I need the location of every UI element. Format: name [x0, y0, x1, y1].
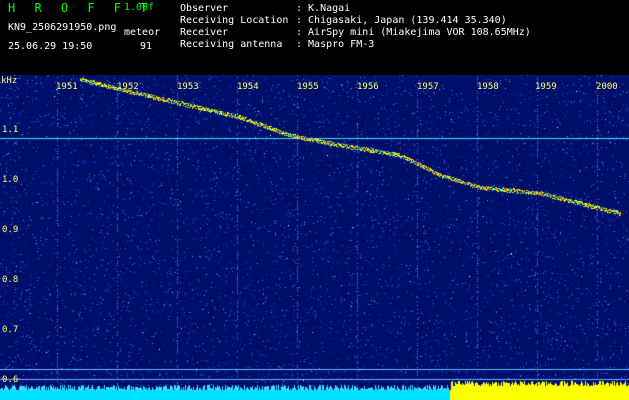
y-tick-label: 0.6	[2, 375, 19, 385]
app-version: 1.00f	[124, 2, 155, 13]
header-panel: H R O F F T 1.00f KN9_2506291950.png 25.…	[0, 0, 629, 75]
x-tick-label: 1951	[56, 82, 78, 92]
x-tick-label: 1959	[535, 82, 557, 92]
meteor-label: meteor	[124, 27, 161, 38]
file-name: KN9_2506291950.png	[8, 22, 117, 33]
x-tick-label: 1954	[237, 82, 259, 92]
receiver-value: : AirSpy mini (Miakejima VOR 108.65MHz)	[296, 27, 531, 38]
receiver-label: Receiver	[180, 27, 229, 38]
x-tick-label: 1957	[417, 82, 439, 92]
x-tick-label: 1955	[297, 82, 319, 92]
y-tick-label: 0.8	[2, 275, 19, 285]
observer-value: : K.Nagai	[296, 3, 351, 14]
date-time: 25.06.29 19:50	[8, 41, 93, 52]
x-tick-label: 2000	[596, 82, 618, 92]
y-tick-label: 1.1	[2, 125, 19, 135]
y-tick-label: 0.7	[2, 325, 19, 335]
y-tick-label: 1.0	[2, 175, 19, 185]
x-tick-label: 1958	[477, 82, 499, 92]
x-tick-label: 1952	[117, 82, 139, 92]
spectrogram-canvas	[0, 75, 629, 400]
x-tick-label: 1953	[177, 82, 199, 92]
antenna-value: : Maspro FM-3	[296, 39, 375, 50]
antenna-label: Receiving antenna	[180, 39, 283, 50]
y-tick-label: 0.9	[2, 225, 19, 235]
location-value: : Chigasaki, Japan (139.414 35.340)	[296, 15, 507, 26]
observer-label: Observer	[180, 3, 229, 14]
y-axis-unit: kHz	[1, 76, 18, 86]
x-tick-label: 1956	[357, 82, 379, 92]
location-label: Receiving Location	[180, 15, 289, 26]
meteor-count: 91	[140, 41, 153, 52]
